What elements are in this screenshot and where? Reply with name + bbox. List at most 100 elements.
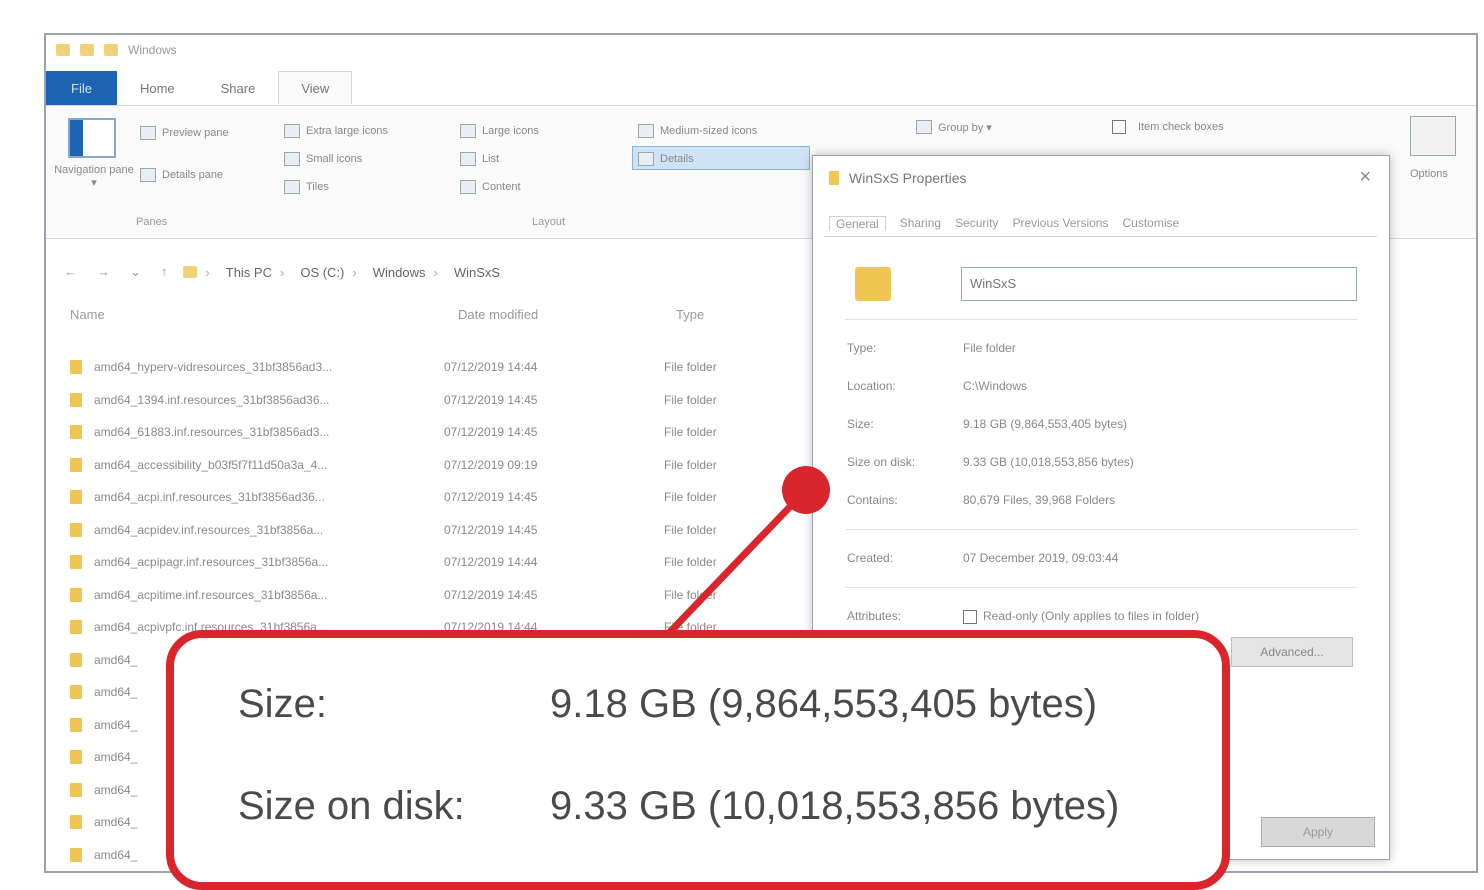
file-name: amd64_acpipagr.inf.resources_31bf3856a..… — [94, 555, 329, 570]
list-item[interactable]: amd64_61883.inf.resources_31bf3856ad3...… — [70, 416, 784, 449]
extra-large-icons-option[interactable]: Extra large icons — [284, 124, 388, 138]
file-date: 07/12/2019 14:44 — [444, 360, 538, 375]
panes-group-label: Panes — [136, 216, 168, 228]
item-check-boxes-option[interactable]: Item check boxes — [1112, 120, 1224, 134]
folder-icon — [70, 392, 82, 407]
callout-size-on-disk-label: Size on disk: — [238, 784, 465, 828]
folder-icon — [70, 750, 82, 765]
large-icons-option[interactable]: Large icons — [460, 124, 539, 138]
prop-type-key: Type: — [847, 341, 877, 355]
list-item[interactable]: amd64_1394.inf.resources_31bf3856ad36...… — [70, 384, 784, 417]
tiles-option[interactable]: Tiles — [284, 180, 329, 194]
quick-access-folder-icon[interactable] — [56, 44, 70, 56]
small-icons-label: Small icons — [306, 153, 363, 165]
tiles-icon — [284, 180, 300, 194]
file-type: File folder — [664, 457, 717, 472]
options-icon[interactable] — [1410, 116, 1456, 156]
navigation-pane-icon[interactable] — [68, 118, 116, 158]
recent-chevron-icon[interactable]: ⌄ — [130, 264, 141, 280]
prop-location: Location: C:\Windows — [847, 379, 1027, 393]
content-icon — [460, 180, 476, 194]
options-label[interactable]: Options — [1410, 168, 1448, 180]
tab-general[interactable]: General — [829, 216, 886, 231]
folder-icon — [70, 620, 82, 635]
breadcrumb-separator: › — [433, 264, 438, 280]
folder-icon — [70, 522, 82, 537]
tab-home[interactable]: Home — [117, 71, 198, 105]
tab-view[interactable]: View — [278, 71, 353, 104]
file-date: 07/12/2019 14:45 — [444, 425, 538, 440]
list-item[interactable]: amd64_acpipagr.inf.resources_31bf3856a..… — [70, 546, 784, 579]
folder-icon — [70, 782, 82, 797]
medium-icons-option[interactable]: Medium-sized icons — [638, 124, 757, 138]
quick-access-properties-icon[interactable] — [80, 44, 94, 56]
apply-button[interactable]: Apply — [1261, 817, 1375, 847]
column-header-date[interactable]: Date modified — [458, 307, 538, 322]
small-icons-option[interactable]: Small icons — [284, 152, 362, 166]
nav-buttons: ← → ⌄ ↑ — [64, 264, 167, 280]
content-option[interactable]: Content — [460, 180, 521, 194]
large-icons-label: Large icons — [482, 125, 539, 137]
group-by-button[interactable]: Group by ▾ — [916, 120, 992, 134]
list-item[interactable]: amd64_acpi.inf.resources_31bf3856ad36...… — [70, 481, 784, 514]
folder-icon — [70, 555, 82, 570]
folder-icon — [70, 360, 82, 375]
file-name: amd64_acpidev.inf.resources_31bf3856a... — [94, 522, 324, 537]
navigation-pane-button[interactable]: Navigation pane ▾ — [54, 164, 134, 189]
breadcrumb-separator: › — [352, 264, 357, 280]
dialog-title: WinSxS Properties — [849, 170, 967, 186]
prop-created-key: Created: — [847, 551, 894, 565]
breadcrumb-windows[interactable]: Windows — [373, 265, 426, 280]
preview-pane-button[interactable]: Preview pane — [140, 126, 229, 140]
breadcrumb-folder-icon — [183, 266, 198, 278]
back-arrow-icon[interactable]: ← — [64, 264, 77, 280]
file-date: 07/12/2019 14:45 — [444, 587, 538, 602]
file-name: amd64_hyperv-vidresources_31bf3856ad3... — [94, 360, 333, 375]
folder-icon — [70, 815, 82, 830]
breadcrumb-os-c[interactable]: OS (C:) — [300, 265, 344, 280]
breadcrumb-this-pc[interactable]: This PC — [226, 265, 272, 280]
size-callout-box: Size: 9.18 GB (9,864,553,405 bytes) Size… — [166, 630, 1230, 890]
list-item[interactable]: amd64_hyperv-vidresources_31bf3856ad3...… — [70, 351, 784, 384]
divider — [845, 319, 1357, 320]
details-option[interactable]: Details — [638, 152, 694, 166]
folder-name-field[interactable]: WinSxS — [961, 267, 1357, 301]
prop-contains-key: Contains: — [847, 493, 898, 507]
ribbon-tabs: File Home Share View — [46, 71, 353, 105]
folder-icon — [70, 685, 82, 700]
tab-customise[interactable]: Customise — [1122, 216, 1179, 231]
prop-type-value: File folder — [963, 341, 1016, 355]
tab-security[interactable]: Security — [955, 216, 998, 231]
tab-previous-versions[interactable]: Previous Versions — [1012, 216, 1108, 231]
divider — [845, 587, 1357, 588]
details-label: Details — [660, 153, 694, 165]
medium-icons-icon — [638, 124, 654, 138]
list-option[interactable]: List — [460, 152, 499, 166]
list-item[interactable]: amd64_accessibility_b03f5f7f11d50a3a_4..… — [70, 449, 784, 482]
prop-size-key: Size: — [847, 417, 874, 431]
group-by-label: Group by ▾ — [938, 121, 992, 134]
read-only-checkbox[interactable] — [963, 609, 977, 624]
read-only-label: Read-only (Only applies to files in fold… — [983, 609, 1200, 623]
quick-access-new-folder-icon[interactable] — [104, 44, 118, 56]
item-check-boxes-label: Item check boxes — [1138, 121, 1224, 133]
item-check-boxes-checkbox[interactable] — [1112, 120, 1126, 134]
list-item[interactable]: amd64_acpitime.inf.resources_31bf3856a..… — [70, 579, 784, 612]
divider — [845, 529, 1357, 530]
advanced-button[interactable]: Advanced... — [1231, 637, 1353, 667]
tab-file[interactable]: File — [46, 71, 117, 105]
list-item[interactable]: amd64_acpidev.inf.resources_31bf3856a...… — [70, 514, 784, 547]
column-header-type[interactable]: Type — [676, 307, 704, 322]
details-pane-button[interactable]: Details pane — [140, 168, 223, 182]
extra-large-icons-label: Extra large icons — [306, 125, 388, 137]
prop-created: Created: 07 December 2019, 09:03:44 — [847, 551, 1118, 565]
file-type: File folder — [664, 555, 717, 570]
breadcrumb-winsxs[interactable]: WinSxS — [454, 265, 500, 280]
column-header-name[interactable]: Name — [70, 307, 105, 322]
forward-arrow-icon[interactable]: → — [97, 264, 110, 280]
file-name: amd64_1394.inf.resources_31bf3856ad36... — [94, 392, 330, 407]
tab-share[interactable]: Share — [198, 71, 279, 105]
up-arrow-icon[interactable]: ↑ — [161, 264, 168, 280]
tab-sharing[interactable]: Sharing — [900, 216, 941, 231]
close-icon[interactable]: × — [1359, 166, 1371, 189]
